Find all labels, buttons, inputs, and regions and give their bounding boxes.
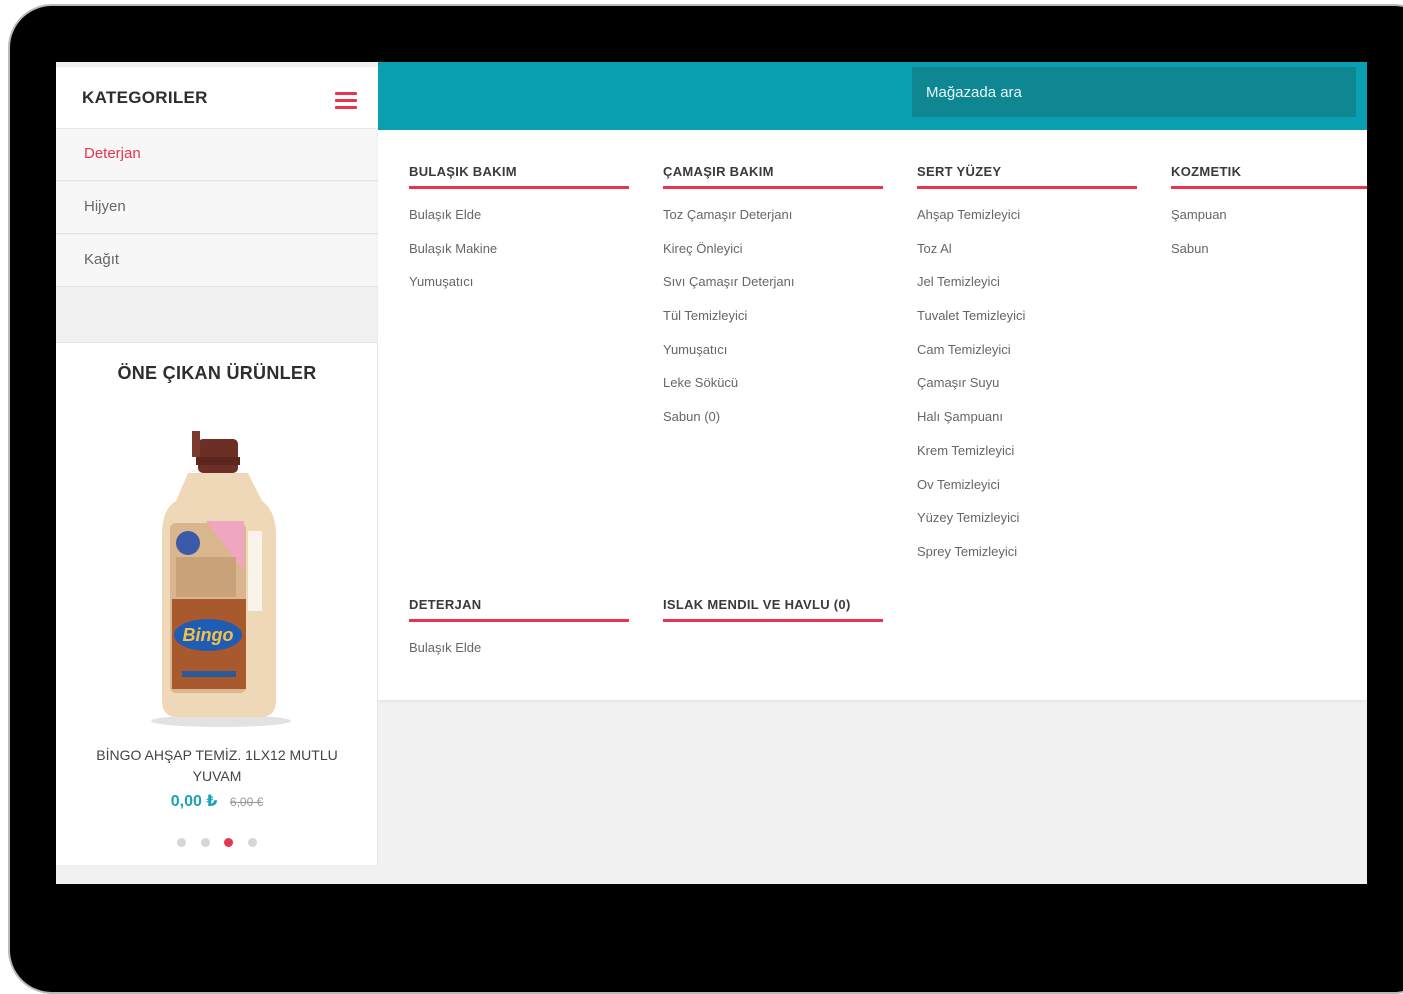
sidebar: KATEGORILER Deterjan Hijyen Kağıt ÖNE ÇI…	[56, 62, 378, 884]
top-bar	[378, 62, 1367, 130]
carousel-dot[interactable]	[200, 838, 210, 847]
menu-column-camasir-bakim: ÇAMAŞIR BAKIM Toz Çamaşır Deterjanı Kire…	[663, 164, 883, 442]
menu-link[interactable]: Ahşap Temizleyici	[917, 206, 1137, 240]
menu-link[interactable]: Şampuan	[1171, 206, 1367, 240]
carousel-dot[interactable]	[247, 838, 257, 847]
menu-link[interactable]: Bulaşık Elde	[409, 206, 629, 240]
bingo-logo-icon: Bingo	[183, 625, 234, 645]
menu-column-deterjan: DETERJAN Bulaşık Elde	[409, 597, 629, 673]
menu-column-bulasik-bakim: BULAŞIK BAKIM Bulaşık Elde Bulaşık Makin…	[409, 164, 629, 307]
menu-column-sert-yuzey: SERT YÜZEY Ahşap Temizleyici Toz Al Jel …	[917, 164, 1137, 577]
menu-link[interactable]: Toz Al	[917, 240, 1137, 274]
categories-header: KATEGORILER	[56, 67, 378, 129]
menu-link[interactable]: Krem Temizleyici	[917, 442, 1137, 476]
menu-heading[interactable]: KOZMETIK	[1171, 164, 1367, 189]
mega-menu: BULAŞIK BAKIM Bulaşık Elde Bulaşık Makin…	[378, 130, 1367, 700]
menu-heading[interactable]: ÇAMAŞIR BAKIM	[663, 164, 883, 189]
featured-products: ÖNE ÇIKAN ÜRÜNLER Bingo BİNGO AHŞAP TEMİ…	[56, 343, 378, 865]
menu-link[interactable]: Kireç Önleyici	[663, 240, 883, 274]
menu-link[interactable]: Sabun (0)	[663, 408, 883, 442]
carousel-dot[interactable]	[177, 838, 187, 847]
carousel-dot-active[interactable]	[224, 838, 234, 847]
menu-heading[interactable]: SERT YÜZEY	[917, 164, 1137, 189]
menu-column-kozmetik: KOZMETIK Şampuan Sabun	[1171, 164, 1367, 273]
price-row: 0,00 ₺ 6,00 €	[56, 791, 378, 811]
product-name[interactable]: BİNGO AHŞAP TEMİZ. 1LX12 MUTLU YUVAM	[76, 745, 358, 787]
menu-link[interactable]: Sabun	[1171, 240, 1367, 274]
menu-link[interactable]: Yüzey Temizleyici	[917, 509, 1137, 543]
menu-heading[interactable]: ISLAK MENDIL VE HAVLU (0)	[663, 597, 883, 622]
sidebar-item-hijyen[interactable]: Hijyen	[56, 182, 378, 234]
menu-column-islak-mendil: ISLAK MENDIL VE HAVLU (0)	[663, 597, 883, 622]
menu-link[interactable]: Ov Temizleyici	[917, 476, 1137, 510]
search-input[interactable]	[912, 67, 1356, 117]
sidebar-item-kagit[interactable]: Kağıt	[56, 235, 378, 287]
menu-heading[interactable]: DETERJAN	[409, 597, 629, 622]
menu-heading[interactable]: BULAŞIK BAKIM	[409, 164, 629, 189]
menu-link[interactable]: Cam Temizleyici	[917, 341, 1137, 375]
menu-link[interactable]: Tuvalet Temizleyici	[917, 307, 1137, 341]
featured-title: ÖNE ÇIKAN ÜRÜNLER	[117, 363, 317, 383]
menu-link[interactable]: Sprey Temizleyici	[917, 543, 1137, 577]
sidebar-item-label: Hijyen	[84, 198, 126, 215]
menu-link[interactable]: Jel Temizleyici	[917, 273, 1137, 307]
menu-link[interactable]: Çamaşır Suyu	[917, 374, 1137, 408]
menu-link[interactable]: Halı Şampuanı	[917, 408, 1137, 442]
categories-title: KATEGORILER	[82, 88, 208, 107]
menu-link[interactable]: Bulaşık Makine	[409, 240, 629, 274]
product-old-price: 6,00 €	[229, 795, 264, 809]
menu-link[interactable]: Bulaşık Elde	[409, 639, 629, 673]
product-image[interactable]: Bingo	[136, 431, 306, 731]
menu-link[interactable]: Yumuşatıcı	[409, 273, 629, 307]
sidebar-item-deterjan[interactable]: Deterjan	[56, 129, 378, 181]
menu-link[interactable]: Tül Temizleyici	[663, 307, 883, 341]
menu-link[interactable]: Toz Çamaşır Deterjanı	[663, 206, 883, 240]
sidebar-item-label: Kağıt	[84, 251, 120, 268]
menu-link[interactable]: Sıvı Çamaşır Deterjanı	[663, 273, 883, 307]
menu-link[interactable]: Leke Sökücü	[663, 374, 883, 408]
carousel-dots	[56, 834, 378, 852]
hamburger-menu-icon[interactable]	[335, 92, 357, 109]
product-price: 0,00 ₺	[170, 793, 218, 810]
menu-link[interactable]: Yumuşatıcı	[663, 341, 883, 375]
screen: KATEGORILER Deterjan Hijyen Kağıt ÖNE ÇI…	[56, 62, 1367, 884]
sidebar-item-label: Deterjan	[84, 145, 141, 162]
sidebar-spacer	[56, 291, 378, 343]
